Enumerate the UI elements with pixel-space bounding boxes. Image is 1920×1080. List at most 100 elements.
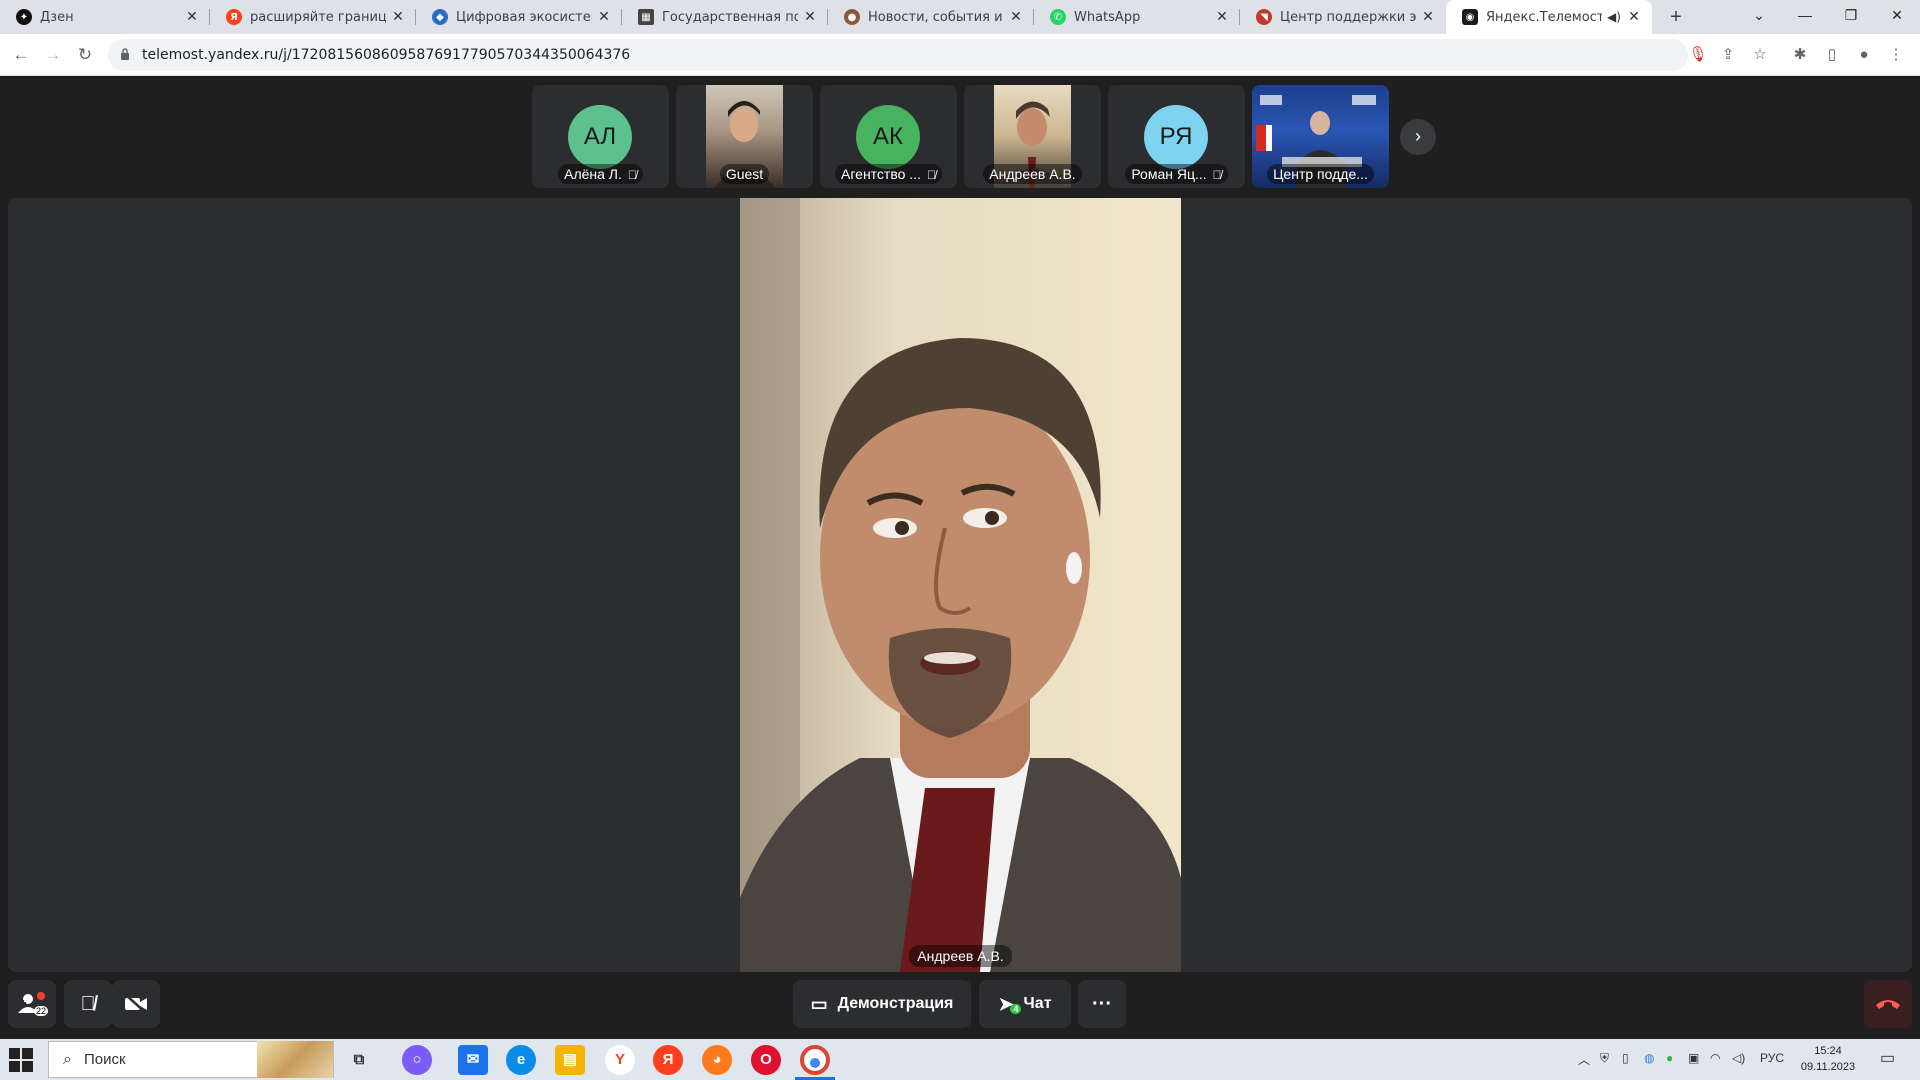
speaker-video-frame bbox=[740, 198, 1181, 972]
participant-tile[interactable]: АК Агентство ... 🎙̸ bbox=[820, 85, 957, 188]
avatar: РЯ bbox=[1144, 105, 1208, 169]
file-explorer-icon[interactable]: ▤ bbox=[555, 1045, 585, 1075]
tab-search-chevron-icon[interactable]: ⌄ bbox=[1736, 0, 1782, 34]
tab-telemost[interactable]: ◉ Яндекс.Телемост ◀) ✕ bbox=[1446, 0, 1652, 34]
avatar: АЛ bbox=[568, 105, 632, 169]
tab-digital-ecosystem[interactable]: ◆ Цифровая экосистема « ✕ bbox=[416, 0, 622, 34]
side-panel-icon[interactable]: ▯ bbox=[1820, 43, 1844, 67]
tab-whatsapp[interactable]: ✆ WhatsApp ✕ bbox=[1034, 0, 1240, 34]
restore-icon[interactable]: ❐ bbox=[1828, 0, 1874, 34]
chat-send-icon: ➤ 4 bbox=[998, 994, 1022, 1015]
share-icon[interactable]: ⇪ bbox=[1716, 43, 1740, 67]
participant-name: Агентство ... bbox=[841, 166, 921, 182]
qr-favicon-icon: ▦ bbox=[638, 9, 654, 25]
participants-button[interactable]: 22 bbox=[8, 980, 56, 1028]
mic-muted-icon: 🎙̸ bbox=[926, 168, 936, 182]
mail-icon[interactable]: ✉ bbox=[458, 1045, 488, 1075]
reload-icon[interactable]: ↻ bbox=[72, 42, 98, 68]
yandex-browser-icon[interactable]: Y bbox=[605, 1045, 635, 1075]
opera-icon[interactable]: O bbox=[751, 1045, 781, 1075]
camera-off-icon bbox=[125, 994, 147, 1014]
participant-tile[interactable]: Андреев А.В. bbox=[964, 85, 1101, 188]
close-window-icon[interactable]: ✕ bbox=[1874, 0, 1920, 34]
mic-muted-icon: 🎙̸ bbox=[627, 168, 637, 182]
alice-assistant-icon[interactable]: ○ bbox=[402, 1045, 432, 1075]
system-clock[interactable]: 15:24 09.11.2023 bbox=[1800, 1043, 1856, 1075]
extensions-icon[interactable]: ✱ bbox=[1788, 43, 1812, 67]
dzen-favicon-icon: ✦ bbox=[16, 9, 32, 25]
main-speaker-name: Андреев А.В. bbox=[909, 945, 1012, 967]
speaker-audio-icon[interactable]: ◀) bbox=[1606, 9, 1622, 25]
forward-arrow-icon[interactable]: → bbox=[40, 42, 66, 68]
participant-name: Андреев А.В. bbox=[983, 164, 1082, 184]
participant-name: Алёна Л. bbox=[564, 166, 622, 182]
close-tab-icon[interactable]: ✕ bbox=[1626, 9, 1642, 25]
meet-now-icon[interactable]: ▣ bbox=[1688, 1051, 1699, 1065]
close-tab-icon[interactable]: ✕ bbox=[596, 9, 612, 25]
notifications-icon[interactable]: ▭ bbox=[1880, 1048, 1895, 1068]
close-tab-icon[interactable]: ✕ bbox=[1420, 9, 1436, 25]
tab-dzen[interactable]: ✦ Дзен ✕ bbox=[0, 0, 210, 34]
tray-app-icon[interactable]: ◍ bbox=[1644, 1051, 1654, 1065]
main-speaker-video: Андреев А.В. bbox=[740, 198, 1181, 972]
microphone-toggle[interactable]: 🎙̸ bbox=[64, 980, 112, 1028]
camera-toggle[interactable] bbox=[112, 980, 160, 1028]
taskbar-search-box[interactable]: ⌕ Поиск bbox=[48, 1041, 334, 1078]
close-tab-icon[interactable]: ✕ bbox=[184, 9, 200, 25]
screen-share-button[interactable]: ▭ Демонстрация bbox=[793, 980, 971, 1028]
whatsapp-favicon-icon: ✆ bbox=[1050, 9, 1066, 25]
address-bar[interactable]: telemost.yandex.ru/j/1720815608609587691… bbox=[108, 39, 1688, 71]
wifi-icon[interactable]: ◠ bbox=[1710, 1051, 1720, 1065]
chat-button[interactable]: ➤ 4 Чат bbox=[979, 980, 1071, 1028]
windows-start-icon[interactable] bbox=[8, 1047, 34, 1073]
participant-tile[interactable]: РЯ Роман Яц... 🎙̸ bbox=[1108, 85, 1245, 188]
search-icon: ⌕ bbox=[63, 1050, 72, 1068]
security-shield-icon[interactable]: ⛨ bbox=[1600, 1051, 1609, 1066]
participant-tile[interactable]: АЛ Алёна Л. 🎙̸ bbox=[532, 85, 669, 188]
tab-export-center[interactable]: ◥ Центр поддержки экспор ✕ bbox=[1240, 0, 1446, 34]
participant-name: Guest bbox=[719, 164, 770, 184]
firefox-icon[interactable]: ◕ bbox=[702, 1045, 732, 1075]
language-indicator[interactable]: РУС bbox=[1760, 1051, 1784, 1065]
edge-browser-icon[interactable]: e bbox=[506, 1045, 536, 1075]
lock-icon bbox=[121, 48, 129, 60]
chrome-icon[interactable] bbox=[800, 1045, 830, 1075]
camera-blocked-icon[interactable]: 🎙 bbox=[1686, 43, 1710, 67]
hang-up-button[interactable] bbox=[1864, 980, 1912, 1028]
close-tab-icon[interactable]: ✕ bbox=[1008, 9, 1024, 25]
search-highlight-image bbox=[257, 1041, 333, 1078]
participants-count: 22 bbox=[34, 1006, 49, 1016]
yandex-icon[interactable]: Я bbox=[653, 1045, 683, 1075]
tab-gov-support[interactable]: ▦ Государственная поддер ✕ bbox=[622, 0, 828, 34]
tab-news[interactable]: ● Новости, события и т.д. ✕ bbox=[828, 0, 1034, 34]
close-tab-icon[interactable]: ✕ bbox=[802, 9, 818, 25]
usb-device-icon[interactable]: ▯ bbox=[1622, 1051, 1629, 1065]
task-view-icon[interactable]: ⧉ bbox=[344, 1045, 374, 1075]
export-center-favicon-icon: ◥ bbox=[1256, 9, 1272, 25]
next-participants-button[interactable]: › bbox=[1400, 119, 1436, 155]
news-favicon-icon: ● bbox=[844, 9, 860, 25]
tab-yandex-search[interactable]: Я расширяйте границы ме ✕ bbox=[210, 0, 416, 34]
mic-muted-icon: 🎙̸ bbox=[1212, 168, 1222, 182]
new-tab-button[interactable]: + bbox=[1662, 3, 1690, 31]
close-tab-icon[interactable]: ✕ bbox=[390, 9, 406, 25]
menu-kebab-icon[interactable]: ⋮ bbox=[1884, 43, 1908, 67]
close-tab-icon[interactable]: ✕ bbox=[1214, 9, 1230, 25]
bookmark-star-icon[interactable]: ☆ bbox=[1748, 43, 1772, 67]
show-hidden-icons-chevron[interactable]: ︿ bbox=[1578, 1051, 1590, 1068]
browser-tabstrip: ✦ Дзен ✕ Я расширяйте границы ме ✕ ◆ Циф… bbox=[0, 0, 1920, 34]
browser-toolbar: ← → ↻ telemost.yandex.ru/j/1720815608609… bbox=[0, 34, 1920, 76]
hang-up-phone-icon bbox=[1876, 1000, 1900, 1009]
profile-icon[interactable]: ● bbox=[1852, 43, 1876, 67]
participant-tile[interactable]: Центр подде... bbox=[1252, 85, 1389, 188]
tray-green-app-icon[interactable]: ● bbox=[1666, 1051, 1673, 1065]
more-dots-icon: ··· bbox=[1092, 992, 1112, 1015]
back-arrow-icon[interactable]: ← bbox=[8, 42, 34, 68]
mic-muted-icon: 🎙̸ bbox=[80, 992, 96, 1015]
minimize-icon[interactable]: — bbox=[1782, 0, 1828, 34]
participant-tile[interactable]: Guest bbox=[676, 85, 813, 188]
yandex-favicon-icon: Я bbox=[226, 9, 242, 25]
volume-icon[interactable]: ◁) bbox=[1732, 1051, 1745, 1065]
more-options-button[interactable]: ··· bbox=[1078, 980, 1126, 1028]
telemost-app: АЛ Алёна Л. 🎙̸ Guest АК Агентство ... 🎙̸ А… bbox=[0, 77, 1920, 1039]
